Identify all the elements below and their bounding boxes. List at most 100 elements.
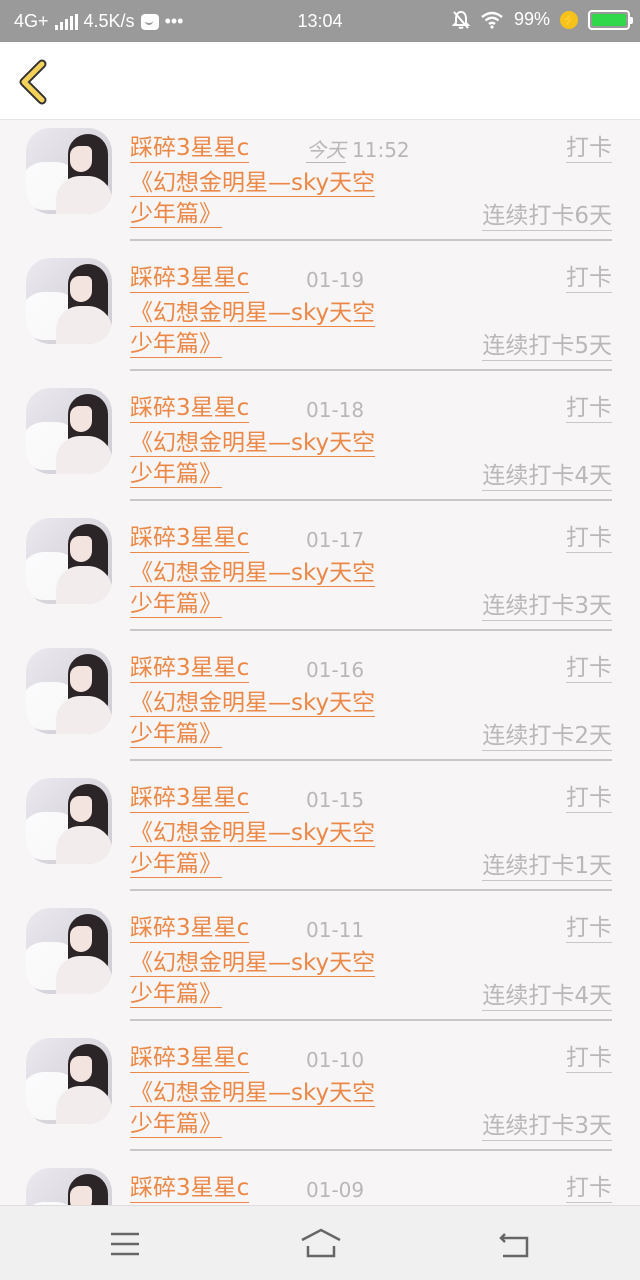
streak-label: 连续打卡6天 <box>482 203 612 231</box>
checkin-row[interactable]: 踩碎3星星c 01-19 打卡 《幻想金明星—sky天空 少年篇》 连续打卡5天 <box>0 250 640 380</box>
system-nav-bar <box>0 1205 640 1280</box>
time-value: 11:52 <box>352 138 410 162</box>
row-divider <box>130 499 612 501</box>
checkin-button[interactable]: 打卡 <box>566 654 612 683</box>
course-title-link[interactable]: 《幻想金明星—sky天空 少年篇》 <box>130 428 432 490</box>
course-title-line1: 《幻想金明星—sky天空 <box>130 820 376 847</box>
checkin-row[interactable]: 踩碎3星星c 01-18 打卡 《幻想金明星—sky天空 少年篇》 连续打卡4天 <box>0 380 640 510</box>
checkin-button[interactable]: 打卡 <box>566 264 612 293</box>
row-divider <box>130 1019 612 1021</box>
menu-icon[interactable] <box>107 1226 143 1262</box>
home-icon[interactable] <box>300 1226 342 1262</box>
username-link[interactable]: 踩碎3星星c <box>130 1044 250 1073</box>
checkin-button[interactable]: 打卡 <box>566 1174 612 1203</box>
course-title-line1: 《幻想金明星—sky天空 <box>130 690 376 717</box>
username-link[interactable]: 踩碎3星星c <box>130 784 250 813</box>
checkin-row[interactable]: 踩碎3星星c 01-10 打卡 《幻想金明星—sky天空 少年篇》 连续打卡3天 <box>0 1030 640 1160</box>
course-title-link[interactable]: 《幻想金明星—sky天空 少年篇》 <box>130 558 432 620</box>
course-title-link[interactable]: 《幻想金明星—sky天空 少年篇》 <box>130 298 432 360</box>
checkin-row[interactable]: 踩碎3星星c 今天 11:52 打卡 《幻想金明星—sky天空 少年篇》 连续打卡6天 <box>0 120 640 250</box>
course-title-link[interactable]: 《幻想金明星—sky天空 少年篇》 <box>130 1078 432 1140</box>
course-title-link[interactable]: 《幻想金明星—sky天空 少年篇》 <box>130 688 432 750</box>
course-title-line2: 少年篇》 <box>130 201 222 228</box>
avatar[interactable] <box>26 648 112 734</box>
checkin-button[interactable]: 打卡 <box>566 1044 612 1073</box>
username-link[interactable]: 踩碎3星星c <box>130 654 250 683</box>
time-value: 01-11 <box>306 918 365 942</box>
streak-label: 连续打卡2天 <box>482 723 612 751</box>
streak-label: 连续打卡4天 <box>482 463 612 491</box>
course-title-line2: 少年篇》 <box>130 1111 222 1138</box>
username-link[interactable]: 踩碎3星星c <box>130 914 250 943</box>
course-title-line2: 少年篇》 <box>130 461 222 488</box>
streak-label: 连续打卡1天 <box>482 853 612 881</box>
back-icon[interactable] <box>497 1226 533 1262</box>
top-bar <box>0 42 640 120</box>
avatar[interactable] <box>26 258 112 344</box>
streak-label: 连续打卡3天 <box>482 1113 612 1141</box>
streak-label: 连续打卡4天 <box>482 983 612 1011</box>
checkin-row[interactable]: 踩碎3星星c 01-17 打卡《幻想金明星—sky天空 少年篇》连续打卡3天 <box>0 510 640 640</box>
avatar[interactable] <box>26 388 112 474</box>
checkin-list[interactable]: 踩碎3星星c 今天 11:52 打卡 《幻想金明星—sky天空 少年篇》 连续打卡6天 踩碎3… <box>0 120 640 1205</box>
course-title-line2: 少年篇》 <box>130 851 222 878</box>
course-title-line1: 《幻想金明星—sky天空 <box>130 430 376 457</box>
streak-label: 连续打卡3天 <box>482 593 612 621</box>
username-link[interactable]: 踩碎3星星c <box>130 264 250 293</box>
username-link[interactable]: 踩碎3星星c <box>130 1174 250 1203</box>
checkin-button[interactable]: 打卡 <box>566 914 612 943</box>
checkin-time: 01-09 <box>306 1178 364 1202</box>
checkin-time: 01-15 <box>306 788 364 812</box>
checkin-button[interactable]: 打卡 <box>566 394 612 423</box>
checkin-row[interactable]: 踩碎3星星c 01-11 打卡《幻想金明星—sky天空 少年篇》连续打卡4天 <box>0 900 640 1030</box>
avatar[interactable] <box>26 1168 112 1205</box>
avatar[interactable] <box>26 1038 112 1124</box>
chevron-left-icon[interactable] <box>14 58 54 106</box>
time-value: 01-17 <box>306 528 365 552</box>
time-value: 01-16 <box>306 658 365 682</box>
checkin-time: 今天 11:52 <box>306 138 410 163</box>
streak-label: 连续打卡5天 <box>482 333 612 361</box>
avatar[interactable] <box>26 128 112 214</box>
course-title-line1: 《幻想金明星—sky天空 <box>130 170 376 197</box>
row-divider <box>130 1149 612 1151</box>
mute-bell-icon <box>451 10 470 29</box>
course-title-line1: 《幻想金明星—sky天空 <box>130 560 376 587</box>
checkin-row[interactable]: 踩碎3星星c 01-15 打卡 《幻想金明星—sky天空 少年篇》 连续打卡1天 <box>0 770 640 900</box>
checkin-time: 01-18 <box>306 398 364 422</box>
row-divider <box>130 629 612 631</box>
charging-icon: ⚡ <box>560 10 578 29</box>
course-title-line2: 少年篇》 <box>130 331 222 358</box>
checkin-time: 01-10 <box>306 1048 364 1072</box>
row-divider <box>130 759 612 761</box>
course-title-line1: 《幻想金明星—sky天空 <box>130 1080 376 1107</box>
checkin-button[interactable]: 打卡 <box>566 524 612 553</box>
course-title-link[interactable]: 《幻想金明星—sky天空 少年篇》 <box>130 168 432 230</box>
avatar[interactable] <box>26 908 112 994</box>
avatar[interactable] <box>26 518 112 604</box>
row-divider <box>130 889 612 891</box>
checkin-button[interactable]: 打卡 <box>566 134 612 163</box>
time-value: 01-15 <box>306 788 365 812</box>
status-right: 99% ⚡ <box>451 9 633 30</box>
row-divider <box>130 239 612 241</box>
course-title-line2: 少年篇》 <box>130 721 222 748</box>
checkin-time: 01-16 <box>306 658 364 682</box>
wifi-icon <box>481 11 503 29</box>
battery-icon <box>588 9 633 30</box>
course-title-link[interactable]: 《幻想金明星—sky天空 少年篇》 <box>130 818 432 880</box>
time-value: 01-18 <box>306 398 365 422</box>
username-link[interactable]: 踩碎3星星c <box>130 524 250 553</box>
checkin-row[interactable]: 踩碎3星星c 01-16 打卡 《幻想金明星—sky天空 少年篇》 连续打卡2天 <box>0 640 640 770</box>
username-link[interactable]: 踩碎3星星c <box>130 394 250 423</box>
date-label: 今天 <box>306 138 346 163</box>
course-title-link[interactable]: 《幻想金明星—sky天空 少年篇》 <box>130 948 432 1010</box>
time-value: 01-09 <box>306 1178 365 1202</box>
checkin-button[interactable]: 打卡 <box>566 784 612 813</box>
avatar[interactable] <box>26 778 112 864</box>
username-link[interactable]: 踩碎3星星c <box>130 134 250 163</box>
checkin-time: 01-17 <box>306 528 364 552</box>
course-title-line1: 《幻想金明星—sky天空 <box>130 950 376 977</box>
checkin-time: 01-11 <box>306 918 364 942</box>
checkin-row[interactable]: 踩碎3星星c 01-09 打卡 <box>0 1160 640 1205</box>
